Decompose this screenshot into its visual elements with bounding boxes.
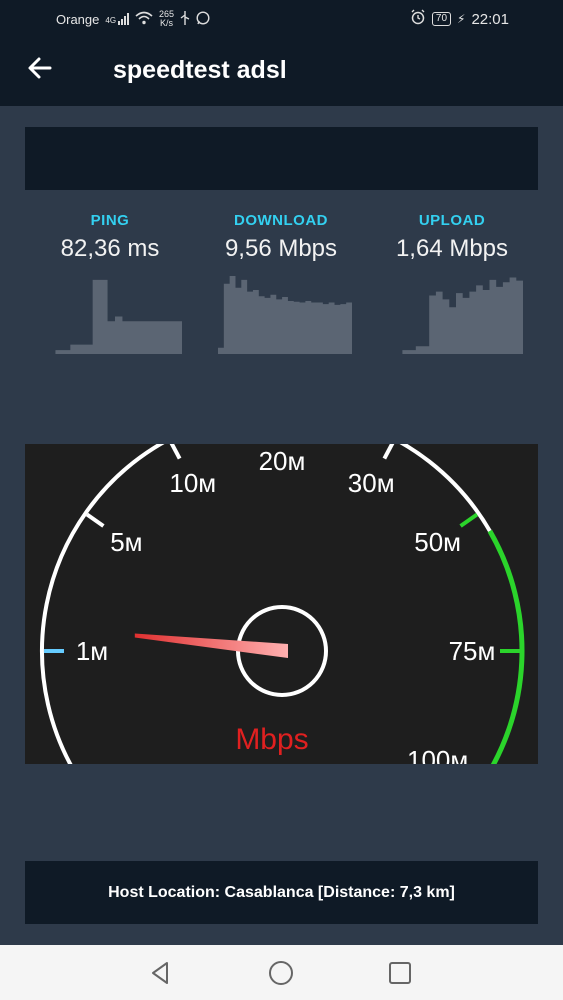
host-location: Host Location: Casablanca [Distance: 7,3… [25,861,538,924]
download-metric: DOWNLOAD 9,56 Mbps [196,212,366,263]
gauge-tick [382,439,396,460]
alarm-icon [410,9,426,29]
download-graph-area [218,276,352,354]
ping-metric: PING 82,36 ms [25,212,195,263]
download-value: 9,56 Mbps [224,235,338,262]
battery-level: 70 [435,13,448,24]
gauge-tick-label: 20м [259,446,306,476]
clock: 22:01 [471,10,509,28]
network-type: 4G [105,16,117,25]
status-right: 70 ⚡ 22:01 [410,9,509,29]
arrow-left-icon [28,57,52,79]
gauge-tick [459,512,479,528]
ping-graph [48,279,182,354]
gauge-tick-label: 50м [414,527,461,557]
triangle-back-icon [152,962,168,984]
download-graph [218,276,352,354]
square-recents-icon [389,962,411,984]
net-speed-unit: K/s [160,18,174,28]
gauge-tick [85,512,105,528]
speed-gauge: 1м 5м 10м 20м 30м 50м 75м 100м Mbps [25,409,538,791]
app-bar: speedtest adsl [0,36,563,106]
nav-back-button[interactable] [147,959,175,987]
charging-icon: ⚡ [457,12,466,26]
upload-graph [389,277,523,354]
nav-home-button[interactable] [267,959,295,987]
gauge-dial: 1м 5м 10м 20м 30м 50м 75м 100м Mbps [40,409,525,791]
gauge-unit-label: Mbps [235,723,308,756]
gauge-tick-label: 30м [348,468,395,498]
gauge-arc [40,409,492,790]
upload-graph-area [389,277,523,354]
gauge-tick-label: 5м [110,527,142,557]
page-title: speedtest adsl [113,56,287,84]
wifi-icon [135,11,153,28]
gauge-tick [168,439,182,460]
host-location-text: Host Location: Casablanca [Distance: 7,3… [108,883,455,901]
status-left: Orange 4G 265 K/s [56,10,210,28]
battery-icon: 70 [431,12,452,26]
ping-label: PING [90,212,130,229]
gauge-tick-label: 1м [76,636,108,666]
signal-icon: 4G [105,13,130,25]
back-button[interactable] [26,54,62,90]
whatsapp-icon [196,10,210,28]
gauge-tick-label: 100м [407,745,468,764]
download-label: DOWNLOAD [234,212,328,229]
status-bar: Orange 4G 265 K/s 70 ⚡ 22:01 [0,0,563,36]
carrier-name: Orange [56,11,100,27]
usb-icon [180,10,190,28]
gauge-needle [134,633,288,658]
system-nav-bar [0,945,563,1000]
upload-value: 1,64 Mbps [395,235,509,262]
ping-graph-area [48,279,182,354]
ping-value: 82,36 ms [60,235,160,262]
gauge-tick-label: 75м [449,636,496,666]
nav-recents-button[interactable] [386,959,414,987]
upload-metric: UPLOAD 1,64 Mbps [367,212,537,263]
net-speed: 265 K/s [159,10,174,28]
ad-banner[interactable] [25,127,538,190]
gauge-tick-label: 10м [169,468,216,498]
circle-home-icon [269,961,293,985]
upload-label: UPLOAD [418,212,486,229]
